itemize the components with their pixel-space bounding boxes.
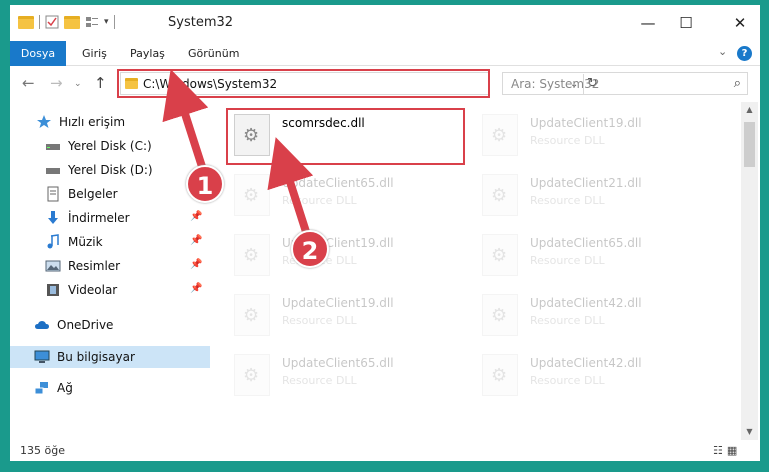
step-badge-1: 1 [186,165,224,203]
step-badge-2: 2 [291,230,329,268]
arrow-1 [162,69,209,178]
annotation-arrows [162,69,314,240]
arrow-2 [267,137,314,240]
